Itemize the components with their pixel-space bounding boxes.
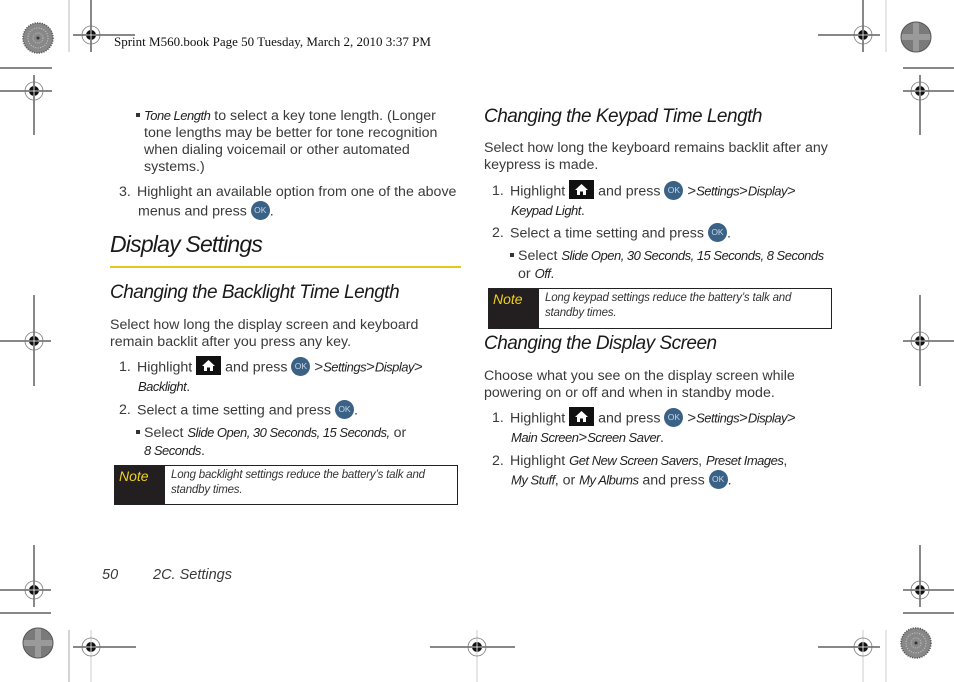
ok-key-icon: OK — [291, 357, 311, 376]
option-my-stuff: My Stuff — [511, 472, 555, 488]
backlight-step-2: 2. Select a time setting and press OK. — [119, 400, 464, 420]
section-title: Display Settings — [110, 231, 263, 257]
rosette-mark — [900, 627, 932, 659]
rosette-mark — [22, 22, 54, 54]
display-screen-step-1: 1. Highlight and press OK >Settings>Displ… — [492, 407, 837, 447]
display-screen-step-2: 2. Highlight Get New Screen Savers, Prese… — [492, 453, 788, 489]
step-number: 3. — [119, 184, 131, 200]
home-key-icon — [569, 407, 595, 426]
bullet-icon — [136, 430, 140, 435]
keypad-step-2: 2. Select a time setting and press OK. — [492, 223, 837, 243]
footer-section: 2C. Settings — [153, 567, 232, 583]
option-preset-images: Preset Images — [706, 453, 784, 468]
section-divider — [110, 266, 461, 268]
options-list: Slide Open, 30 Seconds, 15 Seconds, — [187, 425, 390, 440]
step-3: 3. Highlight an available option from one… — [119, 184, 457, 220]
note-text: Long keypad settings reduce the battery’… — [545, 292, 792, 319]
bullet-icon — [136, 113, 140, 118]
menu-path: Settings — [696, 410, 740, 426]
note-label: Note — [489, 289, 539, 328]
backlight-intro: Select how long the display screen and k… — [110, 317, 419, 350]
option-my-albums: My Albums — [579, 472, 639, 488]
ok-key-icon: OK — [664, 181, 684, 200]
page-number: 50 — [102, 567, 119, 583]
backlight-options-bullet: Select Slide Open, 30 Seconds, 15 Second… — [136, 424, 466, 460]
display-screen-heading: Changing the Display Screen — [484, 333, 717, 354]
keypad-heading: Changing the Keypad Time Length — [484, 106, 762, 127]
ok-key-icon: OK — [334, 400, 354, 419]
ok-key-icon: OK — [708, 470, 728, 489]
backlight-step-1: 1. Highlight and press OK >Settings>Displ… — [119, 356, 464, 396]
bullet-icon — [510, 253, 514, 258]
ok-key-icon: OK — [250, 201, 270, 220]
term-tone-length: Tone Length — [144, 108, 211, 123]
options-list: Slide Open, 30 Seconds, 15 Seconds, 8 Se… — [561, 248, 824, 263]
menu-path: Settings — [696, 183, 740, 199]
keypad-options-bullet: Select Slide Open, 30 Seconds, 15 Second… — [510, 247, 845, 283]
tone-length-bullet: Tone Length to select a key tone length.… — [136, 107, 466, 176]
keypad-note: Note Long keypad settings reduce the bat… — [488, 288, 832, 329]
note-text: Long backlight settings reduce the batte… — [171, 469, 425, 496]
backlight-note: Note Long backlight settings reduce the … — [114, 465, 458, 505]
backlight-heading: Changing the Backlight Time Length — [110, 282, 400, 303]
ok-key-icon: OK — [664, 408, 684, 427]
option-get-new-screen-savers: Get New Screen Savers — [569, 453, 699, 468]
display-screen-intro: Choose what you see on the display scree… — [484, 368, 795, 401]
keypad-intro: Select how long the keyboard remains bac… — [484, 140, 828, 173]
note-label: Note — [115, 466, 165, 504]
home-key-icon — [196, 356, 222, 375]
home-key-icon — [569, 180, 595, 199]
keypad-step-1: 1. Highlight and press OK >Settings>Displ… — [492, 180, 837, 220]
menu-path: Settings — [323, 359, 367, 375]
ok-key-icon: OK — [707, 223, 727, 242]
print-slug: Sprint M560.book Page 50 Tuesday, March … — [114, 34, 431, 49]
